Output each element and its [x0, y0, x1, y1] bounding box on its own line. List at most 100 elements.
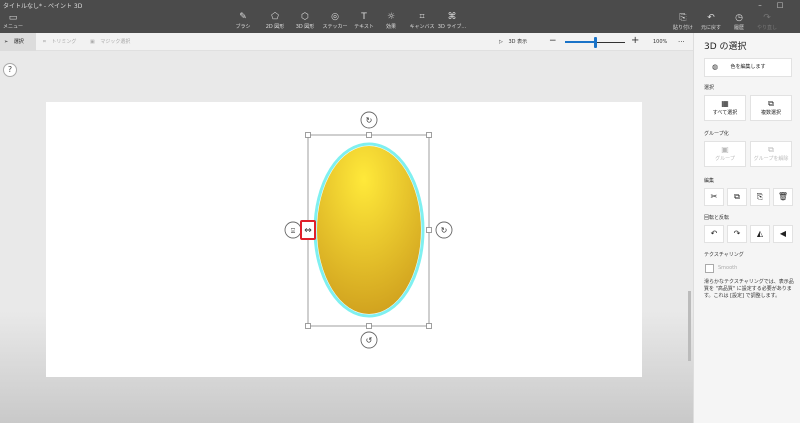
- multi-select-label: 複数選択: [760, 110, 781, 116]
- paste-button[interactable]: ⎘: [750, 188, 770, 206]
- resize-handle-bottom-right[interactable]: [426, 323, 432, 329]
- paste-button[interactable]: ⎘ 貼り付け: [669, 13, 697, 31]
- rotate-x-top-handle[interactable]: ↻: [360, 111, 378, 129]
- copy-icon: ⧉: [734, 192, 740, 201]
- undo-button[interactable]: ↶ 元に戻す: [697, 13, 725, 31]
- zoom-slider[interactable]: [565, 37, 625, 48]
- more-options-button[interactable]: ···: [678, 33, 685, 51]
- tool-2d-shapes[interactable]: ⬠ 2D 図形: [258, 12, 292, 32]
- zoom-percent: 100%: [653, 39, 668, 45]
- tool-canvas[interactable]: ⌗ キャンバス: [405, 12, 439, 32]
- minimize-button[interactable]: –: [750, 0, 770, 10]
- properties-panel: 3D の選択 ◍ 色を編集します 選択 ▦ すべて選択 ⧉ 複数選択 グループ化…: [693, 33, 800, 423]
- crop-icon: ⌗: [43, 39, 46, 45]
- select-label: 選択: [13, 39, 24, 45]
- resize-handle-top[interactable]: [366, 132, 372, 138]
- flip-horizontal-button[interactable]: ◭: [750, 225, 770, 243]
- ungroup-button[interactable]: ⧉ グループを解除: [750, 141, 792, 167]
- resize-handle-right[interactable]: [426, 227, 432, 233]
- copy-button[interactable]: ⧉: [727, 188, 747, 206]
- zoom-slider-fill: [565, 41, 595, 43]
- menu-button[interactable]: ▭ メニュー: [2, 13, 24, 31]
- toolbar-label: 元に戻す: [700, 25, 721, 31]
- select-section-label: 選択: [704, 85, 715, 91]
- effects-icon: ☼: [386, 12, 396, 22]
- play-icon: ▷: [499, 39, 503, 45]
- resize-handle-bottom-left[interactable]: [305, 323, 311, 329]
- zoom-slider-thumb[interactable]: [594, 37, 597, 48]
- maximize-button[interactable]: □: [770, 0, 790, 10]
- tool-3d-library[interactable]: ⌘ 3D ライブ...: [435, 12, 469, 32]
- tool-label: ステッカー: [322, 24, 348, 30]
- rotate-z-right-handle[interactable]: ↻: [435, 221, 453, 239]
- title-bar: タイトルなし* - ペイント 3D ▭ メニュー ✎ ブラシ ⬠ 2D 図形 ⬡ 3D 図…: [0, 0, 800, 33]
- smooth-checkbox[interactable]: [705, 264, 714, 273]
- trash-icon: 🗑: [777, 192, 789, 201]
- smooth-label: Smooth: [718, 265, 738, 271]
- texture-section-label: テクスチャリング: [704, 252, 744, 258]
- crop-button[interactable]: ⌗ トリミング: [43, 33, 76, 51]
- window-title: タイトルなし* - ペイント 3D: [3, 3, 83, 10]
- magic-select-label: マジック選択: [100, 39, 131, 45]
- rotate-section-label: 回転と反転: [704, 215, 730, 221]
- flip-vertical-button[interactable]: ◀: [773, 225, 793, 243]
- multi-select-button[interactable]: ⧉ 複数選択: [750, 95, 792, 121]
- workspace: ? ↻ ↺ ↻ ⍓ ⇔: [0, 51, 693, 423]
- tool-label: 2D 図形: [265, 24, 285, 30]
- 2d-shapes-icon: ⬠: [271, 12, 279, 22]
- tool-effects[interactable]: ☼ 効果: [374, 12, 408, 32]
- canvas-icon: ⌗: [419, 12, 425, 22]
- resize-handle-top-left[interactable]: [305, 132, 311, 138]
- rotate-right-icon: ↷: [733, 229, 741, 238]
- cut-button[interactable]: ✂: [704, 188, 724, 206]
- view-3d-label: 3D 表示: [508, 39, 528, 45]
- redo-button[interactable]: ↷ やり直し: [753, 13, 781, 31]
- tool-3d-shapes[interactable]: ⬡ 3D 図形: [288, 12, 322, 32]
- depth-icon: ⍓: [291, 227, 295, 235]
- redo-icon: ↷: [763, 13, 771, 23]
- resize-handle-top-right[interactable]: [426, 132, 432, 138]
- rotate-icon: ↻: [441, 226, 448, 235]
- toolbar-label: 履歴: [733, 25, 744, 31]
- tool-label: 3D ライブ...: [437, 24, 467, 30]
- selection-toolbar: ➢ 選択 ⌗ トリミング ▣ マジック選択 ▷ 3D 表示 − + 100% ·…: [0, 33, 693, 51]
- tool-label: 3D 図形: [295, 24, 315, 30]
- horizontal-resize-icon: ⇔: [304, 226, 312, 236]
- rotate-left-icon: ↶: [710, 229, 718, 238]
- magic-select-icon: ▣: [90, 39, 95, 45]
- cursor-icon: ➢: [4, 39, 9, 45]
- resize-handle-left-highlighted[interactable]: ⇔: [300, 220, 316, 240]
- select-tool-button[interactable]: ➢ 選択: [0, 33, 36, 51]
- rotate-right-button[interactable]: ↷: [727, 225, 747, 243]
- flip-horizontal-icon: ◭: [756, 229, 764, 238]
- texture-note: 滑らかなテクスチャリングでは、表示品質を "高品質" に設定する必要があります。…: [704, 279, 794, 299]
- depth-move-handle[interactable]: ⍓: [284, 221, 302, 239]
- zoom-in-button[interactable]: +: [631, 36, 639, 46]
- resize-handle-bottom[interactable]: [366, 323, 372, 329]
- rotate-x-bottom-handle[interactable]: ↺: [360, 331, 378, 349]
- crop-label: トリミング: [51, 39, 77, 45]
- scissors-icon: ✂: [710, 192, 718, 201]
- menu-label: メニュー: [2, 24, 23, 30]
- group-button[interactable]: ▣ グループ: [704, 141, 746, 167]
- select-all-button[interactable]: ▦ すべて選択: [704, 95, 746, 121]
- 3d-shapes-icon: ⬡: [301, 12, 309, 22]
- rotate-left-button[interactable]: ↶: [704, 225, 724, 243]
- history-button[interactable]: ◷ 履歴: [725, 13, 753, 31]
- magic-select-button[interactable]: ▣ マジック選択: [90, 33, 130, 51]
- edit-color-label: 色を編集します: [730, 64, 766, 70]
- 3d-egg-object[interactable]: [317, 146, 421, 314]
- tool-brush[interactable]: ✎ ブラシ: [226, 12, 260, 32]
- group-label: グループ: [715, 156, 735, 162]
- multi-select-icon: ⧉: [768, 99, 774, 108]
- palette-icon: ◍: [712, 63, 719, 71]
- toolbar-label: やり直し: [756, 25, 777, 31]
- delete-button[interactable]: 🗑: [773, 188, 793, 206]
- edit-color-button[interactable]: ◍ 色を編集します: [704, 58, 792, 77]
- 3d-library-icon: ⌘: [447, 12, 457, 22]
- rotate-icon: ↺: [366, 336, 373, 345]
- zoom-out-button[interactable]: −: [549, 37, 557, 46]
- undo-icon: ↶: [707, 13, 715, 23]
- rotate-icon: ↻: [366, 116, 373, 125]
- view-3d-button[interactable]: ▷ 3D 表示: [499, 33, 527, 51]
